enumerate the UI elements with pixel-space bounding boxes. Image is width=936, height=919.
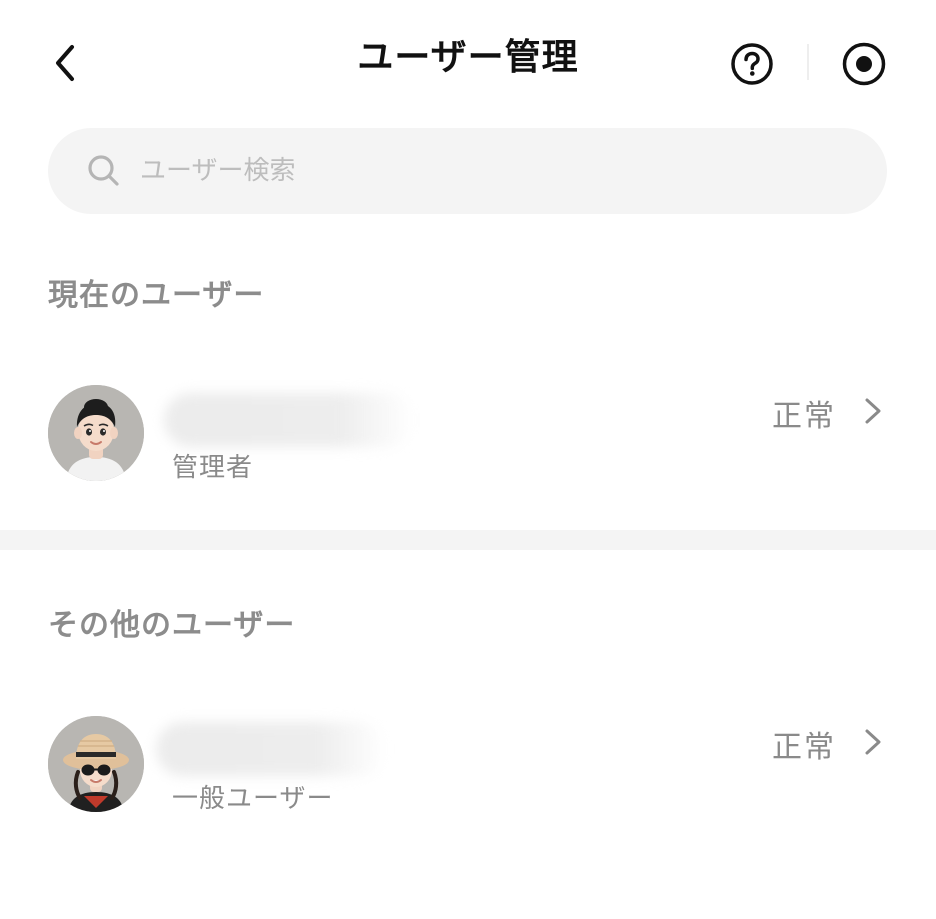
user-role: 一般ユーザー [172,784,334,814]
record-button[interactable] [836,36,892,92]
section-title-other-users: その他のユーザー [48,608,296,643]
section-divider [0,530,936,550]
user-status: 正常 [772,730,836,765]
chevron-right-icon [858,393,888,429]
section-title-current-users: 現在のユーザー [48,278,265,313]
user-row-other[interactable]: 一般ユーザー 正常 [0,716,936,836]
avatar [48,716,144,812]
page-title: ユーザー管理 [357,37,579,78]
user-name-redacted [164,393,414,447]
header-divider [807,44,809,80]
user-name-redacted [156,722,386,776]
avatar-boy-icon [48,385,144,481]
search-icon [84,151,124,191]
question-circle-icon [731,43,773,85]
search-bar [48,128,887,214]
chevron-right-icon [858,724,888,760]
record-circle-icon [842,42,886,86]
avatar-hat-sunglasses-icon [48,716,144,812]
user-role: 管理者 [172,453,254,483]
user-status: 正常 [772,399,836,434]
avatar [48,385,144,481]
user-row-current[interactable]: 管理者 正常 [0,385,936,505]
search-input[interactable] [138,140,887,202]
help-button[interactable] [726,38,778,90]
